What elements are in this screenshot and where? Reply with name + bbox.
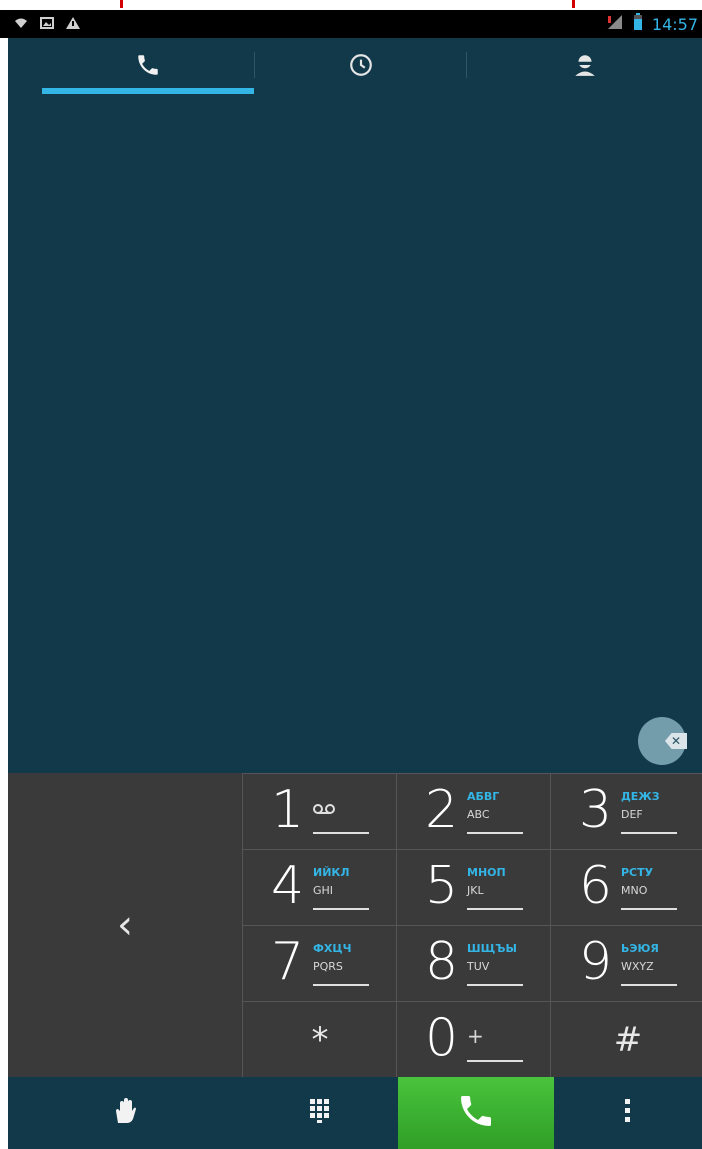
key-plus-label: + — [467, 1024, 484, 1048]
tab-bar — [8, 38, 702, 96]
key-latin-letters: JKL — [467, 884, 484, 897]
red-marker-left — [120, 0, 123, 8]
dialpad-icon — [310, 1099, 330, 1127]
key-2[interactable]: 2 АБВГ ABC — [396, 773, 550, 849]
key-cyrillic-letters: ШЩЪЫ — [467, 942, 517, 955]
status-bar: 14:57 — [0, 10, 702, 38]
key-digit: 4 — [271, 856, 305, 916]
red-marker-right — [572, 0, 575, 8]
key-8[interactable]: 8 ШЩЪЫ TUV — [396, 925, 550, 1001]
key-digit: 0 — [425, 1008, 459, 1068]
key-star[interactable]: * — [242, 1001, 396, 1077]
key-symbol: * — [311, 1020, 329, 1060]
bottom-action-bar — [8, 1077, 702, 1149]
key-4[interactable]: 4 ИЙКЛ GHI — [242, 849, 396, 925]
key-cyrillic-letters: ДЕЖЗ — [621, 790, 660, 803]
key-underline — [467, 1060, 523, 1062]
key-underline — [313, 908, 369, 910]
key-underline — [313, 832, 369, 834]
call-icon — [456, 1091, 496, 1135]
backspace-button[interactable]: ✕ — [638, 717, 687, 765]
key-underline — [621, 908, 677, 910]
dialpad-toggle-button[interactable] — [242, 1077, 398, 1149]
key-underline — [467, 984, 523, 986]
dialer-screen: ✕ ‹ 1 2 АБВГ ABC 3 ДЕЖЗ DEF 4 ИЙКЛ GHI 5… — [8, 38, 702, 1149]
contact-icon — [572, 52, 598, 82]
key-digit: 6 — [579, 856, 613, 916]
key-underline — [621, 984, 677, 986]
dialpad: ‹ 1 2 АБВГ ABC 3 ДЕЖЗ DEF 4 ИЙКЛ GHI 5 М… — [8, 773, 702, 1077]
key-0[interactable]: 0 + — [396, 1001, 550, 1077]
tab-contacts[interactable] — [467, 38, 702, 96]
key-cyrillic-letters: РСТУ — [621, 866, 654, 879]
voicemail-icon — [313, 800, 335, 819]
tab-call-log[interactable] — [255, 38, 466, 96]
overflow-menu-button[interactable] — [554, 1077, 702, 1149]
key-digit: 8 — [425, 932, 459, 992]
phone-icon — [135, 52, 161, 82]
key-1[interactable]: 1 — [242, 773, 396, 849]
key-cyrillic-letters: ЬЭЮЯ — [621, 942, 659, 955]
key-3[interactable]: 3 ДЕЖЗ DEF — [550, 773, 702, 849]
key-underline — [621, 832, 677, 834]
speed-dial-button[interactable] — [8, 1077, 242, 1149]
warning-icon — [66, 14, 80, 33]
key-digit: 2 — [425, 780, 459, 840]
clock-icon — [348, 52, 374, 82]
key-latin-letters: MNO — [621, 884, 648, 897]
key-latin-letters: DEF — [621, 808, 643, 821]
key-latin-letters: GHI — [313, 884, 334, 897]
key-symbol: # — [613, 1020, 643, 1060]
key-underline — [313, 984, 369, 986]
signal-icon — [606, 13, 624, 35]
key-9[interactable]: 9 ЬЭЮЯ WXYZ — [550, 925, 702, 1001]
top-red-bar — [0, 0, 702, 10]
selected-tab-indicator — [42, 88, 254, 94]
key-digit: 1 — [271, 780, 305, 840]
overflow-menu-icon — [625, 1099, 631, 1127]
key-digit: 5 — [425, 856, 459, 916]
key-latin-letters: ABC — [467, 808, 490, 821]
key-hash[interactable]: # — [550, 1001, 702, 1077]
battery-icon — [632, 13, 644, 35]
chevron-left-icon: ‹ — [117, 902, 133, 948]
key-6[interactable]: 6 РСТУ MNO — [550, 849, 702, 925]
key-cyrillic-letters: МНОП — [467, 866, 506, 879]
key-digit: 9 — [579, 932, 613, 992]
key-cyrillic-letters: ИЙКЛ — [313, 866, 350, 879]
key-latin-letters: TUV — [467, 960, 490, 973]
key-underline — [467, 832, 523, 834]
key-digit: 7 — [271, 932, 305, 992]
key-latin-letters: WXYZ — [621, 960, 654, 973]
backspace-icon: ✕ — [665, 733, 687, 749]
hide-dialpad-button[interactable]: ‹ — [8, 773, 242, 1077]
key-underline — [467, 908, 523, 910]
dialpad-keys: 1 2 АБВГ ABC 3 ДЕЖЗ DEF 4 ИЙКЛ GHI 5 МНО… — [242, 773, 702, 1077]
image-icon — [40, 14, 54, 33]
key-latin-letters: PQRS — [313, 960, 343, 973]
key-5[interactable]: 5 МНОП JKL — [396, 849, 550, 925]
dial-input-area[interactable] — [8, 96, 702, 774]
key-digit: 3 — [579, 780, 613, 840]
clock-time: 14:57 — [651, 14, 698, 34]
wifi-icon — [14, 14, 28, 33]
key-cyrillic-letters: ФХЦЧ — [313, 942, 352, 955]
key-cyrillic-letters: АБВГ — [467, 790, 500, 803]
key-7[interactable]: 7 ФХЦЧ PQRS — [242, 925, 396, 1001]
hand-icon — [112, 1097, 138, 1129]
call-button[interactable] — [398, 1077, 554, 1149]
